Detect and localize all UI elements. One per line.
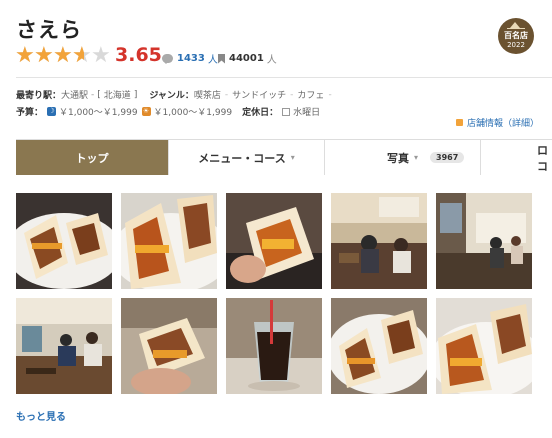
star-icon: ★★ (15, 43, 35, 68)
divider (16, 77, 552, 78)
cafe-interior-photo (331, 193, 427, 289)
genre-link[interactable]: サンドイッチ (232, 88, 286, 101)
dinner-icon: ☽ (47, 107, 57, 116)
photo-thumbnail[interactable] (16, 193, 112, 289)
star-icon: ★★ (34, 43, 54, 68)
photo-thumbnail[interactable] (226, 193, 322, 289)
bookmark-count: 44001 人 (218, 51, 277, 66)
tab-bar: トップ メニュー・コース ▾ 写真 ▾ 3967 ロコ (16, 139, 552, 175)
review-count[interactable]: 1433 (177, 53, 205, 64)
tab-reviews[interactable]: ロコ (481, 140, 552, 175)
store-detail-link[interactable]: 店舗情報（詳細） (456, 116, 539, 129)
more-photos-link[interactable]: もっと見る (16, 408, 66, 423)
chevron-down-icon: ▾ (413, 153, 418, 162)
star-icon: ★★ (72, 43, 92, 68)
badge-year: 2022 (507, 41, 525, 49)
lunch-icon: ☀ (141, 107, 151, 116)
sandwich-plate-photo (16, 193, 112, 289)
rating-stars: ★★ ★★ ★★ ★★ ★★ (15, 43, 111, 69)
photo-thumbnail[interactable] (331, 193, 427, 289)
sandwich-hand-photo (121, 298, 217, 394)
star-icon: ★★ (91, 43, 111, 68)
iced-coffee-photo (226, 298, 322, 394)
tab-top[interactable]: トップ (16, 140, 169, 175)
region-close-bracket: ] (133, 89, 138, 100)
budget-row: 予算： ☽ ￥1,000～￥1,999 ☀ ￥1,000～￥1,999 定休日：… (16, 105, 320, 118)
star-icon: ★★ (53, 43, 73, 68)
tab-label: メニュー・コース (198, 151, 286, 165)
restaurant-name: さえら (16, 18, 82, 42)
rating-score: 3.65 (115, 44, 162, 66)
photo-thumbnail[interactable] (436, 193, 532, 289)
lunch-budget: ￥1,000～￥1,999 (153, 108, 233, 118)
budget-label: 予算： (16, 108, 44, 118)
chevron-down-icon: ▾ (290, 153, 295, 162)
hyakumeiten-badge[interactable]: 百名店 2022 (498, 18, 534, 54)
calendar-icon (282, 107, 291, 116)
review-count-link[interactable]: 1433 人 (162, 51, 218, 66)
station-genre-row: 最寄り駅： 大通駅 - [ 北海道 ] ジャンル： 喫茶店 - サンドイッチ -… (16, 88, 336, 102)
genre-label: ジャンル： (149, 91, 194, 101)
photo-thumbnail[interactable] (226, 298, 322, 394)
region-link[interactable]: 北海道 (104, 88, 131, 101)
photo-thumbnail[interactable] (16, 298, 112, 394)
genre-link[interactable]: カフェ (297, 88, 324, 101)
tab-menu-course[interactable]: メニュー・コース ▾ (169, 140, 325, 175)
info-icon (456, 119, 463, 126)
restaurant-header: さえら ★★ ★★ ★★ ★★ ★★ 3.65 1433 人 44001 人 百… (0, 0, 552, 176)
review-unit: 人 (207, 55, 218, 66)
tab-label: 写真 (386, 151, 409, 165)
photo-count-badge: 3967 (430, 152, 465, 163)
closed-label: 定休日： (242, 108, 279, 118)
tab-photos[interactable]: 写真 ▾ 3967 (325, 140, 481, 175)
station-link[interactable]: 大通駅 (61, 88, 88, 101)
mountain-icon (507, 22, 525, 29)
cafe-counter-photo (436, 193, 532, 289)
station-label: 最寄り駅： (16, 91, 62, 101)
closed-day: 水曜日 (293, 108, 321, 118)
separator: - (224, 89, 229, 100)
genre-link[interactable]: 喫茶店 (194, 88, 221, 101)
sandwich-cutlet-photo (121, 193, 217, 289)
bookmark-number: 44001 (229, 53, 264, 64)
store-detail-label: 店舗情報（詳細） (467, 119, 540, 129)
separator: - (91, 89, 95, 100)
cafe-seating-photo (16, 298, 112, 394)
tab-label: トップ (75, 151, 109, 165)
photo-thumbnail[interactable] (121, 298, 217, 394)
tab-label: ロコ (537, 143, 548, 173)
sandwich-held-photo (226, 193, 322, 289)
region-open-bracket: [ (97, 89, 101, 100)
comment-icon (162, 54, 173, 64)
dinner-budget: ￥1,000～￥1,999 (59, 108, 138, 118)
photo-thumbnail[interactable] (121, 193, 217, 289)
separator: - (328, 89, 332, 100)
sandwich-pair-photo (331, 298, 427, 394)
sandwich-closeup-photo (436, 298, 532, 394)
badge-text: 百名店 (504, 31, 528, 40)
bookmark-icon (218, 53, 225, 64)
bookmark-unit: 人 (266, 55, 277, 66)
separator: - (290, 89, 294, 100)
photo-thumbnail[interactable] (331, 298, 427, 394)
photo-thumbnail[interactable] (436, 298, 532, 394)
